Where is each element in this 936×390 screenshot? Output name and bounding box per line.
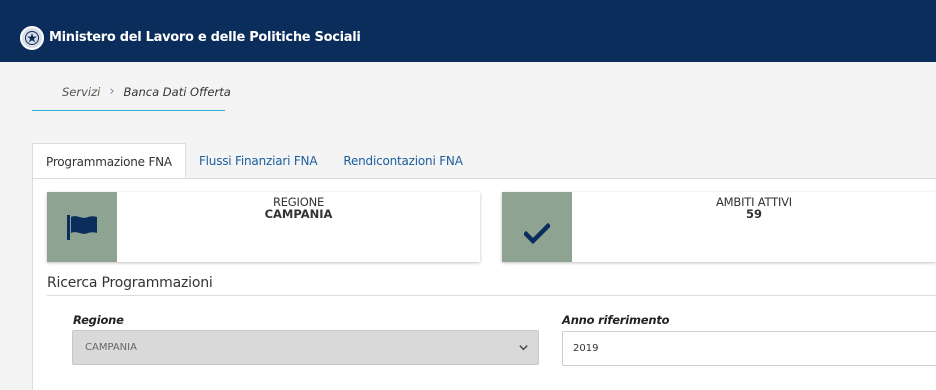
top-header-bar: Ministero del Lavoro e delle Politiche S… xyxy=(0,0,936,62)
regione-label: Regione xyxy=(73,313,124,327)
checkmark-icon xyxy=(524,223,550,245)
ministry-title[interactable]: Ministero del Lavoro e delle Politiche S… xyxy=(49,30,361,45)
italian-republic-emblem-icon xyxy=(20,26,44,50)
tab-programmazione-fna[interactable]: Programmazione FNA xyxy=(32,143,186,179)
flag-icon xyxy=(67,215,97,240)
regione-card-value: CAMPANIA xyxy=(264,207,333,221)
regione-select-value: CAMPANIA xyxy=(85,342,137,353)
anno-riferimento-label: Anno riferimento xyxy=(562,313,670,327)
regione-select[interactable]: CAMPANIA xyxy=(72,330,539,365)
breadcrumb-item-banca-dati-offerta[interactable]: Banca Dati Offerta xyxy=(124,85,231,99)
regione-summary-card: REGIONE CAMPANIA xyxy=(47,192,480,262)
breadcrumb-underline xyxy=(32,110,225,111)
anno-riferimento-input[interactable]: 2019 xyxy=(562,331,936,366)
section-divider xyxy=(47,295,936,296)
section-title: Ricerca Programmazioni xyxy=(47,275,213,291)
chevron-right-icon: › xyxy=(109,84,115,99)
tab-flussi-finanziari-fna[interactable]: Flussi Finanziari FNA xyxy=(186,143,330,179)
breadcrumb-item-servizi[interactable]: Servizi xyxy=(62,85,100,99)
ambiti-attivi-summary-card: AMBITI ATTIVI 59 xyxy=(502,192,936,262)
ambiti-card-value: 59 xyxy=(745,207,762,221)
anno-riferimento-value: 2019 xyxy=(573,343,599,354)
ambiti-icon-box xyxy=(502,192,572,262)
tab-rendicontazioni-fna[interactable]: Rendicontazioni FNA xyxy=(330,143,475,179)
breadcrumb: Servizi › Banca Dati Offerta xyxy=(62,84,231,99)
chevron-down-icon xyxy=(519,345,528,351)
tab-bar: Programmazione FNA Flussi Finanziari FNA… xyxy=(32,143,476,179)
regione-icon-box xyxy=(47,192,117,262)
